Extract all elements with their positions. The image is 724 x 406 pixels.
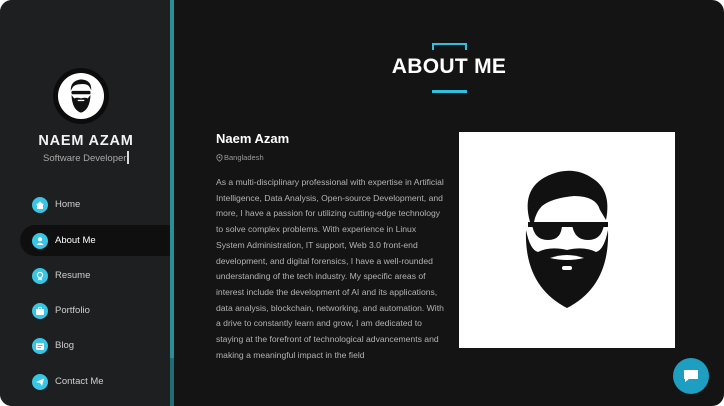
about-name: Naem Azam <box>216 131 290 146</box>
sidebar-item-label: About Me <box>55 235 96 246</box>
location: Bangladesh <box>216 153 264 162</box>
sidebar-item-resume[interactable]: Resume <box>20 260 170 291</box>
chat-button[interactable] <box>673 358 709 394</box>
profile-photo <box>459 132 675 348</box>
chat-bubble-icon <box>684 370 698 382</box>
avatar <box>53 68 109 124</box>
profile-name: NAEM AZAM <box>38 133 134 149</box>
title-decoration-bottom <box>432 90 467 93</box>
resume-icon <box>32 267 48 284</box>
sidebar-item-label: Resume <box>55 270 91 281</box>
location-pin-icon <box>216 153 223 162</box>
typing-cursor <box>127 151 129 164</box>
sidebar-item-label: Contact Me <box>55 376 104 387</box>
sidebar-item-blog[interactable]: Blog <box>20 330 170 361</box>
sidebar-item-label: Home <box>55 199 81 210</box>
bio-text: As a multi-disciplinary professional wit… <box>216 177 444 360</box>
location-text: Bangladesh <box>224 153 264 162</box>
sidebar-item-contact-me[interactable]: Contact Me <box>20 366 170 397</box>
sidebar-item-about-me[interactable]: About Me <box>20 225 170 256</box>
app-window: NAEM AZAM Software Developer Home About … <box>0 0 724 406</box>
sidebar-item-home[interactable]: Home <box>20 189 170 220</box>
sidebar-item-label: Blog <box>55 340 75 351</box>
bearded-man-illustration-icon <box>525 170 609 308</box>
title-decoration-top <box>432 43 467 50</box>
sidebar-item-label: Portfolio <box>55 305 90 316</box>
sidebar: NAEM AZAM Software Developer Home About … <box>0 0 172 406</box>
home-icon <box>32 196 48 213</box>
blog-icon <box>32 337 48 354</box>
user-icon <box>32 232 48 249</box>
sidebar-item-portfolio[interactable]: Portfolio <box>20 295 170 326</box>
bearded-man-logo-icon <box>58 73 104 119</box>
main-content: ABOUT ME Naem Azam Bangladesh As a multi… <box>174 0 724 406</box>
page-title: ABOUT ME <box>391 55 507 78</box>
portfolio-icon <box>32 302 48 319</box>
profile-role: Software Developer <box>43 153 127 164</box>
send-icon <box>32 373 48 390</box>
